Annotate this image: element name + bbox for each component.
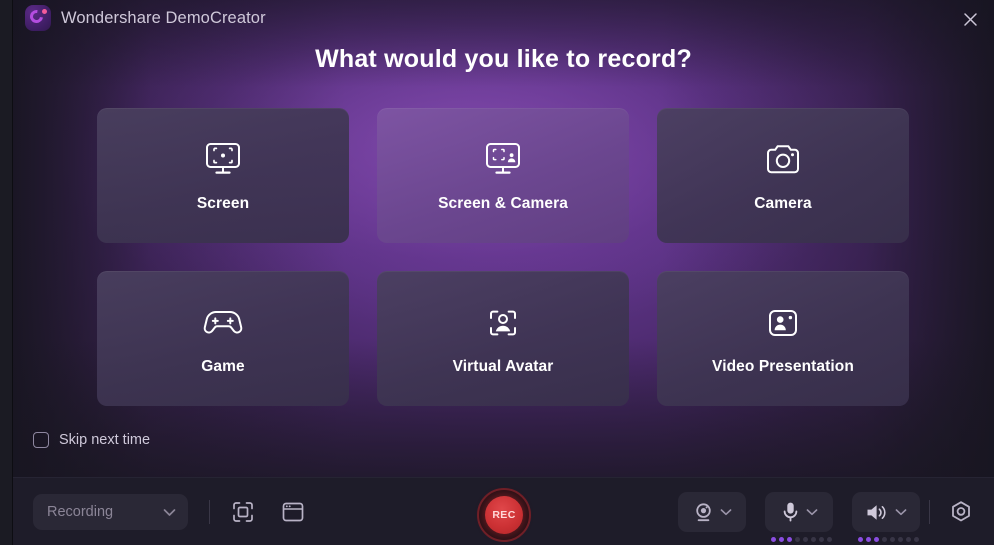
card-screen-and-camera[interactable]: Screen & Camera <box>377 108 629 243</box>
speaker-dropdown-caret[interactable] <box>895 508 907 516</box>
close-button[interactable] <box>950 3 990 35</box>
skip-next-time-label: Skip next time <box>59 432 151 448</box>
democreator-launcher-window: Wondershare DemoCreator What would you l… <box>13 0 994 545</box>
recording-mode-value: Recording <box>47 504 114 520</box>
toolbar-divider-left <box>209 500 210 524</box>
card-game[interactable]: Game <box>97 271 349 406</box>
bottom-toolbar: Recording REC <box>13 477 994 545</box>
monitor-capture-icon <box>203 138 243 182</box>
speaker-control[interactable] <box>852 492 920 542</box>
card-label: Screen <box>196 195 250 212</box>
microphone-control[interactable] <box>765 492 833 542</box>
capture-region-icon <box>233 502 253 522</box>
record-button-inner: REC <box>485 496 523 534</box>
card-label: Video Presentation <box>712 358 854 375</box>
toolbar-divider-right <box>929 500 930 524</box>
democreator-logo-icon <box>25 5 51 31</box>
app-title: Wondershare DemoCreator <box>61 8 266 27</box>
card-label: Screen & Camera <box>438 195 568 212</box>
speaker-level-meter <box>858 537 919 542</box>
brand-area: Wondershare DemoCreator <box>25 5 266 31</box>
chevron-down-icon <box>806 509 817 516</box>
card-virtual-avatar[interactable]: Virtual Avatar <box>377 271 629 406</box>
capture-region-button[interactable] <box>225 494 261 530</box>
record-button[interactable]: REC <box>477 488 531 542</box>
window-capture-icon <box>282 502 304 522</box>
skip-next-time-row[interactable]: Skip next time <box>33 432 150 448</box>
card-video-presentation[interactable]: Video Presentation <box>657 271 909 406</box>
webcam-control[interactable] <box>678 492 746 532</box>
microphone-icon <box>781 501 800 523</box>
gamepad-icon <box>202 301 244 345</box>
title-bar: Wondershare DemoCreator <box>13 0 994 38</box>
record-button-label: REC <box>492 509 516 521</box>
record-mode-grid: Screen Screen & Camera Camera Game Virtu… <box>97 108 909 406</box>
microphone-dropdown-caret[interactable] <box>806 508 818 516</box>
person-slide-icon <box>763 301 803 345</box>
camera-icon <box>763 138 803 182</box>
settings-button[interactable] <box>943 494 979 530</box>
chevron-down-icon <box>163 508 176 516</box>
card-camera[interactable]: Camera <box>657 108 909 243</box>
card-label: Game <box>201 358 245 375</box>
card-label: Virtual Avatar <box>452 358 554 375</box>
recording-mode-select[interactable]: Recording <box>33 494 188 530</box>
speaker-icon <box>865 502 889 523</box>
page-title: What would you like to record? <box>315 45 692 73</box>
card-label: Camera <box>754 195 812 212</box>
card-screen[interactable]: Screen <box>97 108 349 243</box>
gear-icon <box>952 500 970 521</box>
chevron-down-icon <box>720 509 731 516</box>
window-capture-button[interactable] <box>275 494 311 530</box>
skip-next-time-checkbox[interactable] <box>33 432 49 448</box>
microphone-level-meter <box>771 537 832 542</box>
webcam-dropdown-caret[interactable] <box>720 508 732 516</box>
close-icon <box>963 12 977 26</box>
monitor-camera-icon <box>483 138 523 182</box>
webcam-icon <box>693 502 714 523</box>
background-window-sliver <box>0 0 13 545</box>
chevron-down-icon <box>895 509 907 516</box>
avatar-scan-icon <box>483 301 523 345</box>
